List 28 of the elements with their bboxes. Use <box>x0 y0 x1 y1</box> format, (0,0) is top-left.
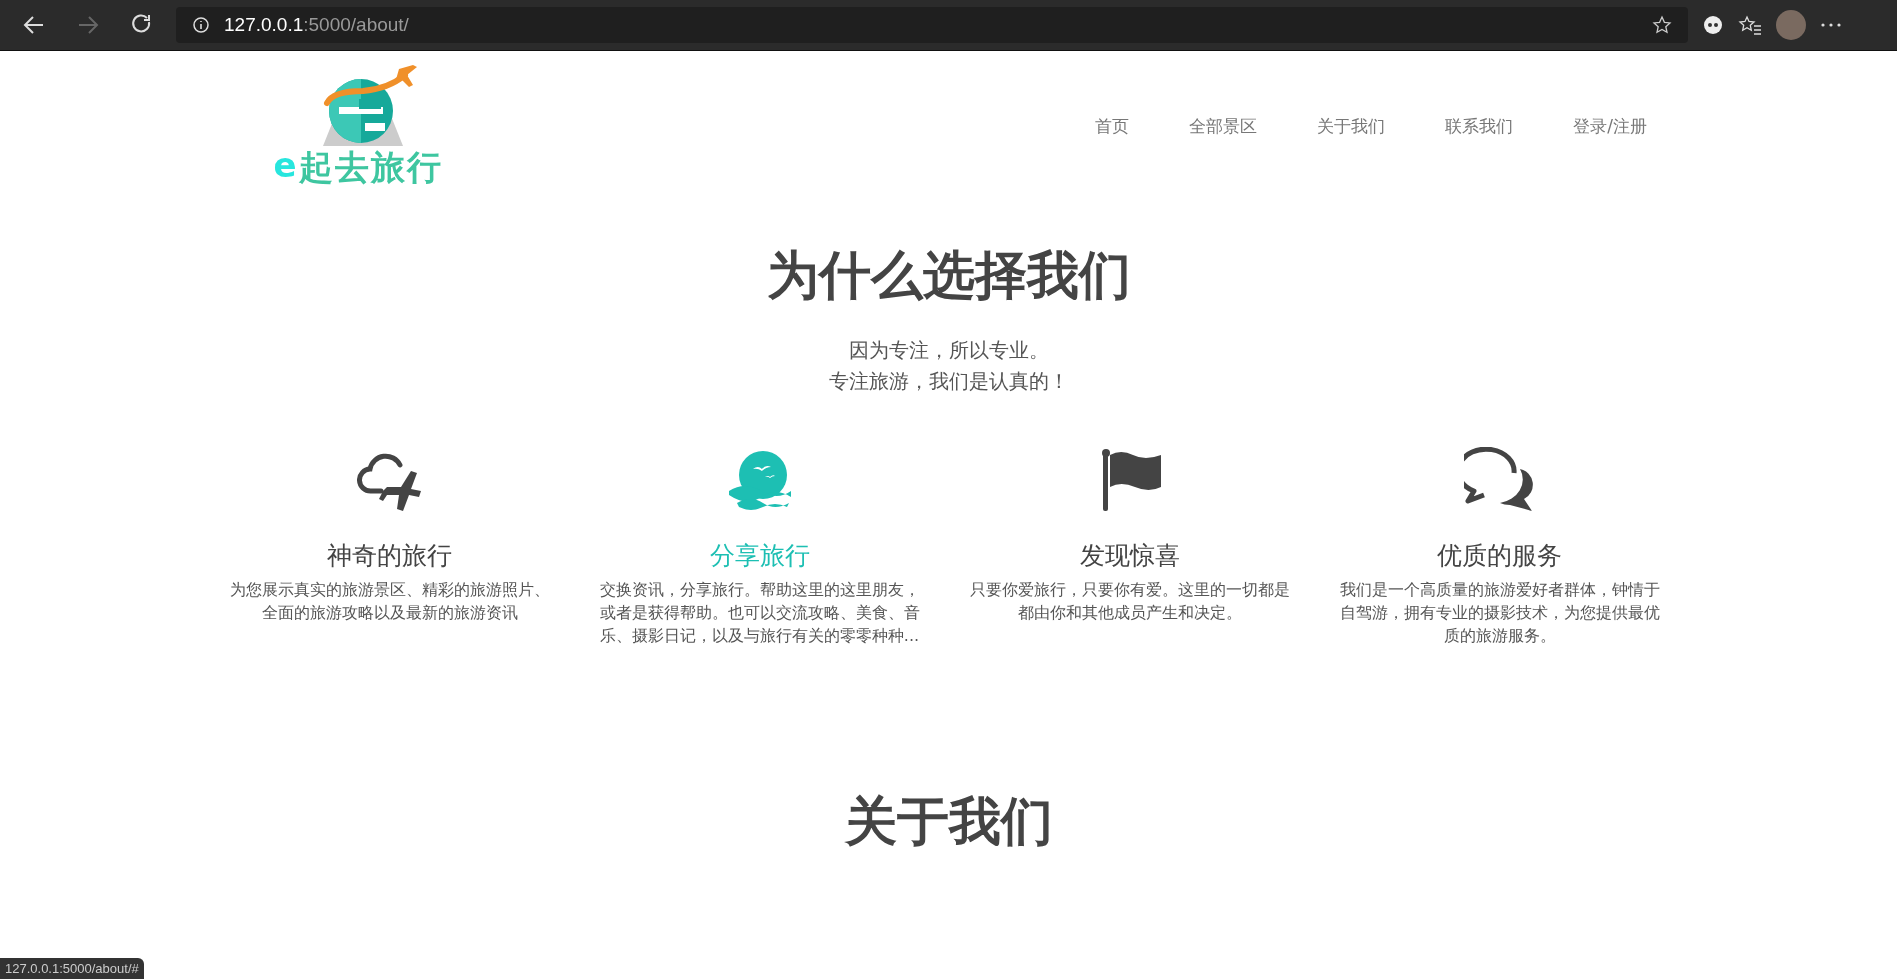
nav-link[interactable]: 全部景区 <box>1159 104 1288 148</box>
subtitle-line: 专注旅游，我们是认真的！ <box>828 368 1069 395</box>
address-bar[interactable]: 127.0.0.1:5000/about/ <box>176 7 1688 43</box>
feature-title: 优质的服务 <box>1437 540 1562 572</box>
status-bar-url: 127.0.0.1:5000/about/# <box>0 958 144 979</box>
info-icon[interactable] <box>192 16 210 34</box>
more-icon[interactable] <box>1820 22 1842 28</box>
feature-description: 只要你爱旅行，只要你有爱。这里的一切都是都由你和其他成员产生和决定。 <box>968 579 1291 624</box>
extension-icon[interactable] <box>1702 14 1724 36</box>
star-icon[interactable] <box>1652 15 1672 35</box>
nav-link[interactable]: 联系我们 <box>1415 104 1544 148</box>
feature-description: 为您展示真实的旅游景区、精彩的旅游照片、全面的旅游攻略以及最新的旅游资讯 <box>228 579 551 624</box>
feature-title: 发现惊喜 <box>1079 540 1180 572</box>
feature-title: 神奇的旅行 <box>327 540 452 572</box>
nav-link[interactable]: 首页 <box>1065 104 1160 148</box>
feature-description: 我们是一个高质量的旅游爱好者群体，钟情于自驾游，拥有专业的摄影技术，为您提供最优质的旅游服务。 <box>1338 579 1661 647</box>
chat-bubbles-icon <box>1463 447 1536 513</box>
nav-link[interactable]: 登录/注册 <box>1543 104 1677 148</box>
feature-title: 分享旅行 <box>709 540 810 572</box>
section-heading: 为什么选择我们 <box>765 244 1132 307</box>
feature-description: 交换资讯，分享旅行。帮助这里的这里朋友，或者是获得帮助。也可以交流攻略、美食、音乐、摄影日记，以及与旅行有关的零零种种... <box>598 579 921 647</box>
favorites-icon[interactable] <box>1738 14 1762 36</box>
subtitle-line: 因为专注，所以专业。 <box>848 337 1049 364</box>
nav-link[interactable]: 关于我们 <box>1287 104 1416 148</box>
logo-text: 起去旅行 <box>298 146 443 189</box>
section-heading: 关于我们 <box>843 790 1054 853</box>
profile-avatar[interactable] <box>1776 10 1806 40</box>
logo-mark-text: e <box>273 145 297 187</box>
